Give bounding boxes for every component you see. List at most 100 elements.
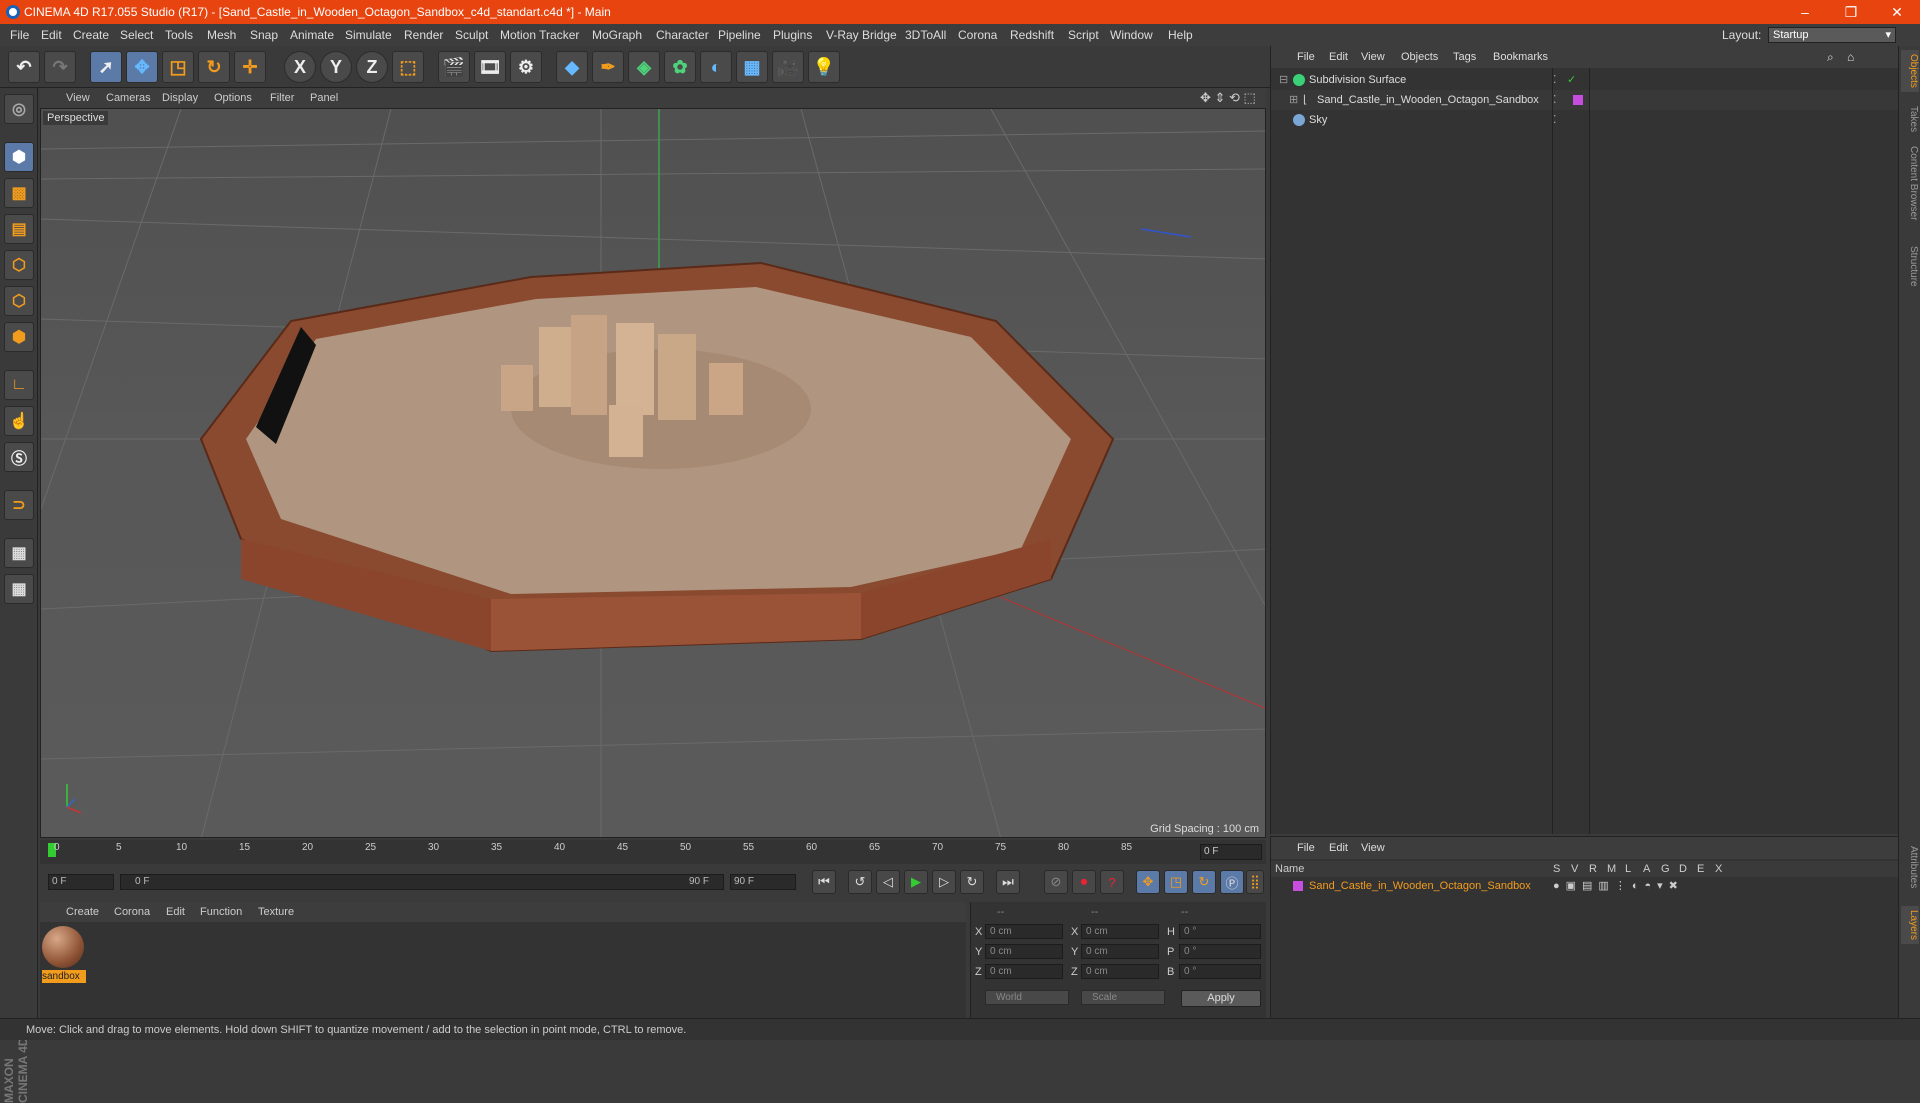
snap-icon[interactable]: Ⓢ [4,442,34,472]
play-icon[interactable]: ▶ [904,870,928,894]
viewport-menu-options[interactable]: Options [214,88,252,108]
object-name[interactable]: Sand_Castle_in_Wooden_Octagon_Sandbox [1317,90,1539,110]
frame-range-slider[interactable]: 0 F 90 F [120,874,724,890]
menu-simulate[interactable]: Simulate [345,24,392,46]
size-y-field[interactable]: 0 cm [1081,944,1159,959]
end-frame-field[interactable]: 90 F [730,874,796,890]
menu-redshift[interactable]: Redshift [1010,24,1054,46]
key-rotation-icon[interactable]: ↻ [1192,870,1216,894]
menu-select[interactable]: Select [120,24,153,46]
menu-snap[interactable]: Snap [250,24,278,46]
menu-pipeline[interactable]: Pipeline [718,24,761,46]
render-view-icon[interactable]: 🎬 [438,51,470,83]
layer-menu-file[interactable]: File [1297,837,1315,859]
timeline-ruler[interactable]: 0 5 10 15 20 25 30 35 40 45 50 55 60 65 … [40,840,1266,864]
size-mode-dropdown[interactable]: Scale [1081,990,1165,1005]
menu-motion-tracker[interactable]: Motion Tracker [500,24,579,46]
tab-attributes[interactable]: Attributes [1901,842,1919,892]
object-row-sand-castle[interactable]: ⊞ ⌊ Sand_Castle_in_Wooden_Octagon_Sandbo… [1271,90,1899,110]
menu-file[interactable]: File [10,24,29,46]
material-menu-corona[interactable]: Corona [114,902,150,922]
home-icon[interactable]: ⌂ [1847,46,1854,68]
tab-objects[interactable]: Objects [1901,50,1919,92]
previous-frame-icon[interactable]: ◁ [876,870,900,894]
next-key-icon[interactable]: ↻ [960,870,984,894]
layer-flag-icons[interactable]: ●▣▤▥⋮◐◓▾✖ [1553,877,1684,895]
object-row-sky[interactable]: Sky ⁚ [1271,110,1899,130]
viewport-label[interactable]: Perspective [43,111,109,125]
z-axis-icon[interactable]: Z [356,51,388,83]
lock-workplane-icon[interactable]: ▦ [4,538,34,568]
go-to-start-icon[interactable]: ⏮ [812,870,836,894]
menu-mograph[interactable]: MoGraph [592,24,642,46]
object-menu-objects[interactable]: Objects [1401,46,1438,68]
key-pla-icon[interactable]: ⣿ [1246,870,1264,894]
menu-sculpt[interactable]: Sculpt [455,24,488,46]
key-position-icon[interactable]: ✥ [1136,870,1160,894]
y-axis-icon[interactable]: Y [320,51,352,83]
x-axis-icon[interactable]: X [284,51,316,83]
previous-key-icon[interactable]: ↺ [848,870,872,894]
layer-color-swatch[interactable] [1293,881,1303,891]
viewport-menu-cameras[interactable]: Cameras [106,88,151,108]
points-mode-icon[interactable]: ⬡ [4,250,34,280]
key-scale-icon[interactable]: ◳ [1164,870,1188,894]
workplane-rotate-icon[interactable]: ▦ [4,574,34,604]
record-off-icon[interactable]: ⊘ [1044,870,1068,894]
layout-dropdown[interactable]: Startup ▾ [1768,27,1896,43]
menu-3dtoall[interactable]: 3DToAll [905,24,946,46]
menu-edit[interactable]: Edit [41,24,62,46]
size-z-field[interactable]: 0 cm [1081,964,1159,979]
edges-mode-icon[interactable]: ⬡ [4,286,34,316]
object-row-subdivision-surface[interactable]: ⊟ Subdivision Surface ⁚ ✓ [1271,70,1899,90]
universal-icon[interactable]: ✛ [234,51,266,83]
tab-content-browser[interactable]: Content Browser [1901,142,1919,224]
material-preview[interactable] [42,926,84,968]
maximize-button[interactable]: ❐ [1828,0,1874,24]
tab-layers[interactable]: Layers [1901,906,1919,945]
expand-icon[interactable]: ⊞ [1289,90,1298,110]
visibility-dots-icon[interactable]: ⁚ [1553,110,1557,130]
texture-mode-icon[interactable]: ▩ [4,178,34,208]
visibility-dots-icon[interactable]: ⁚ [1553,90,1557,110]
menu-tools[interactable]: Tools [165,24,193,46]
viewport-menu-filter[interactable]: Filter [270,88,294,108]
light-icon[interactable]: 💡 [808,51,840,83]
menu-plugins[interactable]: Plugins [773,24,812,46]
object-menu-bookmarks[interactable]: Bookmarks [1493,46,1548,68]
cloner-icon[interactable]: ✿ [664,51,696,83]
menu-render[interactable]: Render [404,24,443,46]
cube-icon[interactable]: ◆ [556,51,588,83]
coordinate-system-icon[interactable]: ⬚ [392,51,424,83]
next-frame-icon[interactable]: ▷ [932,870,956,894]
polygons-mode-icon[interactable]: ⬢ [4,322,34,352]
autokey-icon[interactable]: ⏺ [1072,870,1096,894]
enabled-check-icon[interactable]: ✓ [1567,70,1576,90]
perspective-viewport[interactable]: Perspective Grid Spacing : 100 cm [40,108,1266,838]
rotation-h-field[interactable]: 0 ° [1179,924,1261,939]
material-menu-create[interactable]: Create [66,902,99,922]
model-mode-icon[interactable]: ⬢ [4,142,34,172]
go-to-end-icon[interactable]: ⏭ [996,870,1020,894]
key-parameter-icon[interactable]: Ⓟ [1220,870,1244,894]
render-picture-viewer-icon[interactable]: 🎞 [474,51,506,83]
position-y-field[interactable]: 0 cm [985,944,1063,959]
minimize-button[interactable]: – [1782,0,1828,24]
viewport-menu-display[interactable]: Display [162,88,198,108]
visibility-dots-icon[interactable]: ⁚ [1553,70,1557,90]
pen-icon[interactable]: ✒ [592,51,624,83]
material-name[interactable]: sandbox [42,970,86,983]
search-icon[interactable]: ⌕ [1827,46,1834,68]
subdivision-icon[interactable]: ◈ [628,51,660,83]
menu-create[interactable]: Create [73,24,109,46]
object-name[interactable]: Sky [1309,110,1327,130]
menu-help[interactable]: Help [1168,24,1193,46]
tab-structure[interactable]: Structure [1901,242,1919,291]
viewport-menu-panel[interactable]: Panel [310,88,338,108]
object-menu-edit[interactable]: Edit [1329,46,1348,68]
material-menu-function[interactable]: Function [200,902,242,922]
floor-icon[interactable]: ▦ [736,51,768,83]
material-menu-edit[interactable]: Edit [166,902,185,922]
menu-mesh[interactable]: Mesh [207,24,236,46]
keyframe-selection-icon[interactable]: ? [1100,870,1124,894]
